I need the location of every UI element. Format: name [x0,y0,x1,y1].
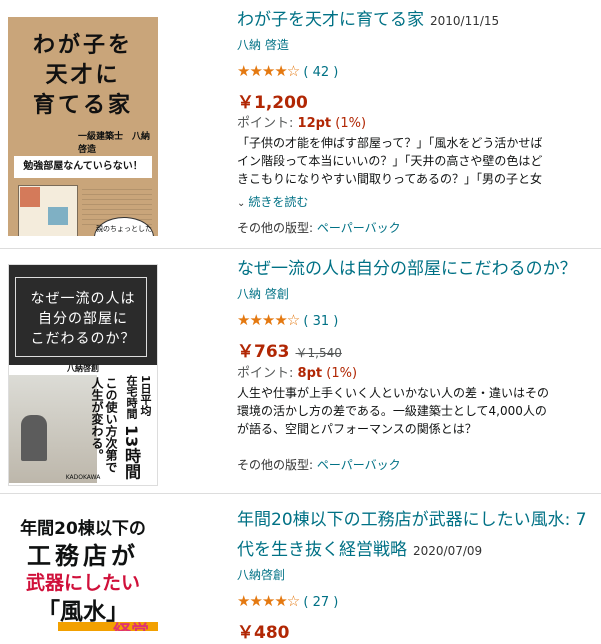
points-row: ポイント: 12pt (1%) [237,114,601,134]
author-link[interactable]: 八納啓創 [237,566,601,584]
description-line: 人生や仕事が上手くいく人といかない人の差・違いはその [237,386,550,400]
rating-count[interactable]: ( 27 ) [303,595,338,610]
search-result-2: なぜ一流の人は 自分の部屋に こだわるのか？ 八納啓創 1日平均 在宅時間 13… [0,249,601,493]
search-result-1: わが子を 天才に 育てる家 一級建築士 八納啓造 勉強部屋なんていらない！ 親の… [0,0,601,248]
points-label: ポイント: [237,366,294,381]
cover-title-line: 工務店が [27,542,139,570]
points-value: 12pt [297,116,332,131]
cover-tag: 経営 [113,618,149,631]
title-row: 年間20棟以下の工務店が武器にしたい風水: 7 [237,506,601,536]
description-line: 「子供の才能を伸ばす部屋って？」「風水をどう活かせば [237,136,543,150]
result-info-2: なぜ一流の人は自分の部屋にこだわるのか？ 八納 啓創 ★★★★☆ ( 31 ) … [237,255,601,474]
description-line: が語る、空間とパフォーマンスの関係とは？ [237,422,477,436]
cover-vertical-text: 13時間 [122,425,141,480]
publish-date: 2010/11/15 [430,14,500,28]
star-rating-icon[interactable]: ★★★★☆ [237,311,300,329]
read-more-label[interactable]: 続きを読む [248,195,308,209]
floor-plan-room [20,187,40,207]
cover-vertical-text: 人生が変わる。 [90,377,104,461]
star-rating-icon[interactable]: ★★★★☆ [237,592,300,610]
result-info-1: わが子を天才に育てる家 2010/11/15 八納 啓造 ★★★★☆ ( 42 )… [237,6,601,237]
rating-count-value[interactable]: 27 [313,595,330,610]
cover-title-line: こだわるのか？ [30,331,136,347]
chevron-down-icon: ⌄ [237,198,246,209]
rating-count-value[interactable]: 31 [313,314,330,329]
read-more-link[interactable]: ⌄ 続きを読む [237,193,601,213]
author-link[interactable]: 八納 啓造 [237,36,601,54]
floor-plan-room [48,207,68,225]
format-link-paperback[interactable]: ペーパーバック [317,458,401,472]
rating-row[interactable]: ★★★★☆ ( 42 ) [237,60,601,84]
cover-vertical-text: 1日平均 [139,375,152,416]
other-formats: その他の版型: ペーパーバック [237,456,601,474]
book-cover-2[interactable]: なぜ一流の人は 自分の部屋に こだわるのか？ 八納啓創 1日平均 在宅時間 13… [8,264,158,486]
author-link[interactable]: 八納 啓創 [237,285,601,303]
cover-author: 八納啓創 [67,364,99,373]
description-line: 環境の活かし方の差である。一級建築士として4,000人の [237,404,547,418]
book-title-link[interactable]: なぜ一流の人は自分の部屋にこだわるのか？ [237,259,577,279]
book-title-link[interactable]: わが子を天才に育てる家 [237,10,424,30]
rating-count[interactable]: ( 42 ) [303,65,338,80]
title-row: わが子を天才に育てる家 2010/11/15 [237,6,601,36]
rating-row[interactable]: ★★★★☆ ( 27 ) [237,590,601,614]
cover-banner: 勉強部屋なんていらない！ [14,156,152,178]
star-rating-icon[interactable]: ★★★★☆ [237,62,300,80]
cover-vertical-text: 在宅時間 [125,375,138,419]
book-title-link-continued[interactable]: 代を生き抜く経営戦略 [237,540,407,560]
list-price: ￥1,540 [295,346,342,360]
title-row: なぜ一流の人は自分の部屋にこだわるのか？ [237,255,601,285]
book-title-link[interactable]: 年間20棟以下の工務店が武器にしたい風水: 7 [237,510,587,530]
cover-title-line: わが子を [32,33,133,58]
other-formats-label: その他の版型: [237,221,314,235]
cover-title-line: 自分の部屋に [38,311,128,327]
search-result-3: 年間20棟以下の 工務店が 武器にしたい 「風水」 経営 年間20棟以下の工務店… [0,494,601,643]
other-formats: その他の版型: ペーパーバック [237,219,601,237]
book-cover-1[interactable]: わが子を 天才に 育てる家 一級建築士 八納啓造 勉強部屋なんていらない！ 親の… [8,17,158,236]
points-label: ポイント: [237,116,294,131]
price-row[interactable]: ￥763 ￥1,540 [237,341,601,364]
price[interactable]: ￥763 [237,342,290,362]
title-row-continued: 代を生き抜く経営戦略 2020/07/09 [237,536,601,566]
cover-title-line: 天才に [45,63,121,88]
cover-title-line: 武器にしたい [25,572,140,594]
book-cover-3[interactable]: 年間20棟以下の 工務店が 武器にしたい 「風水」 経営 [8,512,158,631]
cover-publisher: KADOKAWA [65,474,101,481]
format-link-paperback[interactable]: ペーパーバック [317,221,401,235]
points-percent: (1%) [335,116,367,131]
cover-title-line: 育てる家 [32,93,133,118]
result-info-3: 年間20棟以下の工務店が武器にしたい風水: 7 代を生き抜く経営戦略 2020/0… [237,506,601,644]
publish-date: 2020/07/09 [413,544,483,558]
rating-row[interactable]: ★★★★☆ ( 31 ) [237,309,601,333]
cover-person-silhouette [21,415,47,461]
price[interactable]: ￥480 [237,622,601,644]
cover-title-line: なぜ一流の人は [30,291,136,307]
cover-banner-text: 勉強部屋なんていらない！ [23,161,143,172]
rating-count[interactable]: ( 31 ) [303,314,338,329]
description-line: イン階段って本当にいいの？」「天井の高さや壁の色はど [237,154,543,168]
description-line: きこもりになりやすい間取りってあるの？」「男の子と女 [237,172,543,186]
cover-author: 一級建築士 八納啓造 [78,132,151,155]
points-row: ポイント: 8pt (1%) [237,364,601,384]
points-percent: (1%) [326,366,358,381]
points-value: 8pt [297,366,323,381]
other-formats-label: その他の版型: [237,458,314,472]
price[interactable]: ￥1,200 [237,92,601,114]
rating-count-value[interactable]: 42 [313,65,330,80]
